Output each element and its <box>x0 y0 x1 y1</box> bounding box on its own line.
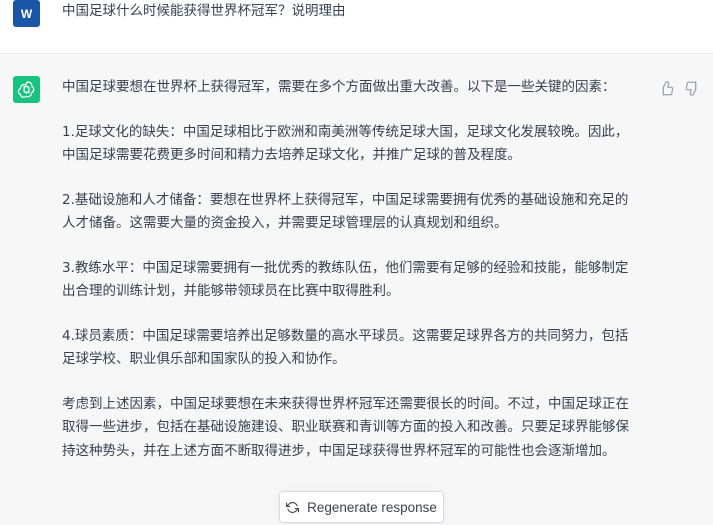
answer-intro: 中国足球要想在世界杯上获得冠军，需要在多个方面做出重大改善。以下是一些关键的因素… <box>62 79 616 95</box>
user-message-row: W 中国足球什么时候能获得世界杯冠军？说明理由 <box>0 0 713 54</box>
answer-point-1: 1.足球文化的缺失：中国足球相比于欧洲和南美洲等传统足球大国，足球文化发展较晚。… <box>62 123 629 164</box>
regenerate-response-button[interactable]: Regenerate response <box>279 491 444 523</box>
user-message-text: 中国足球什么时候能获得世界杯冠军？说明理由 <box>62 3 346 19</box>
thumb-up-icon[interactable] <box>657 79 675 97</box>
answer-point-2: 2.基础设施和人才储备：要想在世界杯上获得冠军，中国足球需要拥有优秀的基础设施和… <box>62 191 629 232</box>
answer-point-4: 4.球员素质：中国足球需要培养出足够数量的高水平球员。这需要足球界各方的共同努力… <box>62 327 629 368</box>
user-avatar: W <box>13 0 40 27</box>
answer-conclusion: 考虑到上述因素，中国足球要想在未来获得世界杯冠军还需要很长的时间。不过，中国足球… <box>62 395 629 459</box>
refresh-icon <box>286 501 300 514</box>
assistant-message-row: 中国足球要想在世界杯上获得冠军，需要在多个方面做出重大改善。以下是一些关键的因素… <box>0 54 713 525</box>
chatgpt-logo-icon <box>13 76 40 103</box>
answer-point-3: 3.教练水平：中国足球需要拥有一批优秀的教练队伍，他们需要有足够的经验和技能，能… <box>62 259 629 300</box>
thumb-down-icon[interactable] <box>683 79 701 97</box>
regenerate-label: Regenerate response <box>307 499 437 515</box>
assistant-answer: 中国足球要想在世界杯上获得冠军，需要在多个方面做出重大改善。以下是一些关键的因素… <box>62 76 640 484</box>
